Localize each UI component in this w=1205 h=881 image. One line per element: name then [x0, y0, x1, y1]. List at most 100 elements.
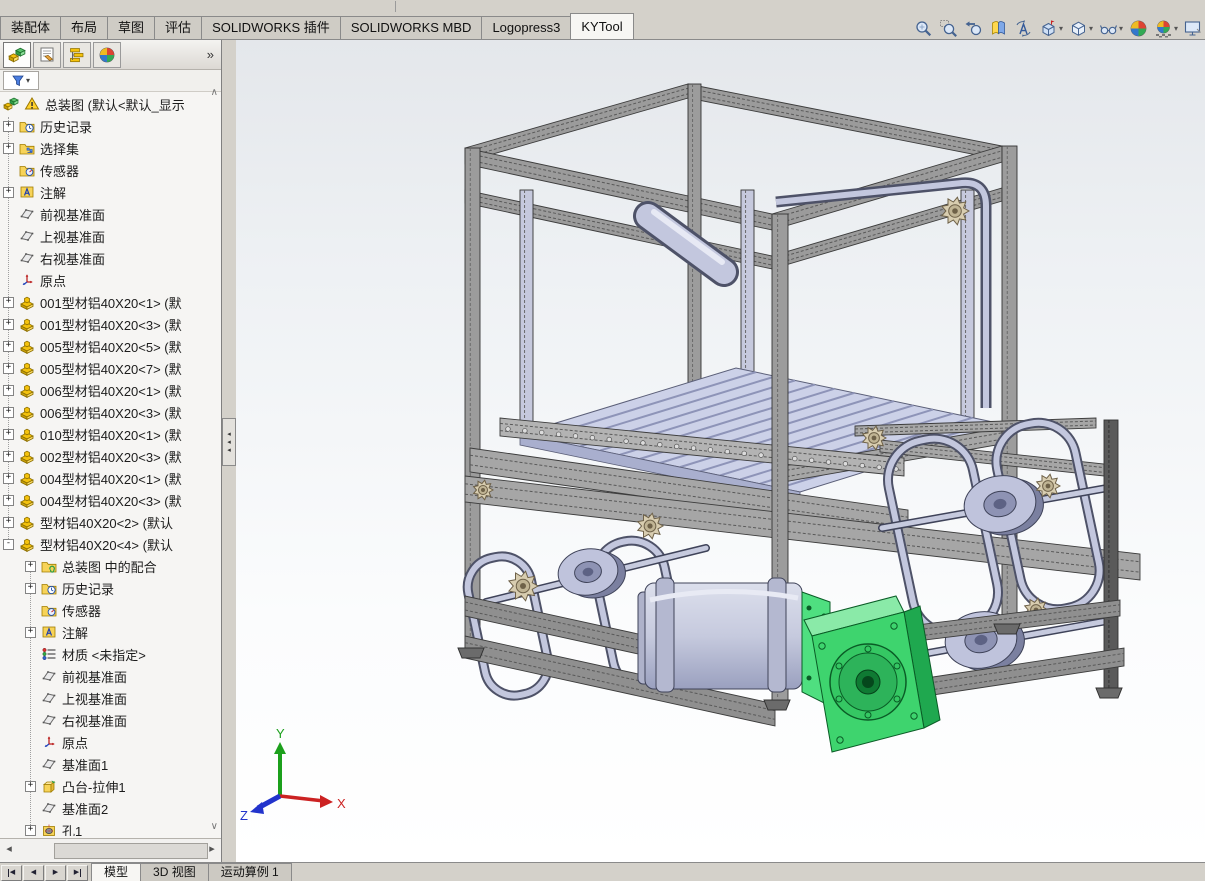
tree-horizontal-scrollbar[interactable]: ◂ ▸ [0, 838, 221, 860]
command-tab[interactable]: 草图 [107, 16, 155, 39]
tree-item[interactable]: +005型材铝40X20<5> (默 [0, 335, 220, 357]
tree-item[interactable]: 原点 [0, 269, 220, 291]
panel-tab-configurationmanager[interactable] [63, 42, 91, 68]
expand-toggle[interactable]: + [3, 451, 14, 462]
nav-last-button[interactable]: ▶ [67, 865, 88, 881]
tree-item[interactable]: +004型材铝40X20<3> (默 [0, 489, 220, 511]
tree-item[interactable]: 右视基准面 [0, 247, 220, 269]
bottom-tab[interactable]: 模型 [91, 863, 141, 881]
expand-toggle[interactable]: + [3, 429, 14, 440]
tree-item[interactable]: +选择集 [0, 137, 220, 159]
apply-scene-button[interactable]: ▾ [1152, 16, 1180, 40]
filter-button[interactable]: ▾ [3, 71, 39, 90]
tree-item[interactable]: +型材铝40X20<2> (默认 [0, 511, 220, 533]
view-orientation-button[interactable]: ▾ [1037, 16, 1065, 40]
command-tab[interactable]: SOLIDWORKS MBD [340, 16, 483, 39]
panel-tab-displaymanager[interactable] [93, 42, 121, 68]
conveyor-roller[interactable] [554, 543, 629, 604]
command-tab[interactable]: 评估 [154, 16, 202, 39]
bottom-tab[interactable]: 运动算例 1 [208, 863, 292, 881]
expand-toggle[interactable]: + [3, 473, 14, 484]
panel-tab-propertymanager[interactable] [33, 42, 61, 68]
expand-toggle[interactable]: + [25, 781, 36, 792]
expand-toggle[interactable]: + [3, 187, 14, 198]
zoom-fit-button[interactable] [912, 16, 935, 40]
tree-item[interactable]: 上视基准面 [0, 225, 220, 247]
frame-top-rim[interactable] [465, 84, 1002, 269]
expand-toggle[interactable]: + [3, 143, 14, 154]
expand-toggle[interactable]: + [25, 825, 36, 836]
tree-item[interactable]: 传感器 [0, 159, 220, 181]
expand-toggle[interactable]: + [3, 385, 14, 396]
expand-toggle[interactable]: + [3, 341, 14, 352]
dropdown-caret-icon[interactable]: ▾ [1174, 24, 1178, 33]
tree-item[interactable]: 原点 [0, 731, 220, 753]
panel-overflow-chevron[interactable]: » [203, 47, 218, 62]
hide-show-items-button[interactable]: ▾ [1097, 16, 1125, 40]
bottom-tab[interactable]: 3D 视图 [140, 863, 209, 881]
tree-item[interactable]: +001型材铝40X20<3> (默 [0, 313, 220, 335]
tree-item[interactable]: 右视基准面 [0, 709, 220, 731]
expand-toggle[interactable]: + [3, 297, 14, 308]
dropdown-caret-icon[interactable]: ▾ [1059, 24, 1063, 33]
tree-item[interactable]: 基准面1 [0, 753, 220, 775]
tree-item[interactable]: +凸台-拉伸1 [0, 775, 220, 797]
section-view-button[interactable] [987, 16, 1010, 40]
expand-toggle[interactable]: + [25, 583, 36, 594]
expand-toggle[interactable]: + [3, 495, 14, 506]
tree-item[interactable]: +004型材铝40X20<1> (默 [0, 467, 220, 489]
tree-item[interactable]: +006型材铝40X20<1> (默 [0, 379, 220, 401]
edit-appearance-button[interactable] [1127, 16, 1150, 40]
expand-toggle[interactable]: - [3, 539, 14, 550]
nav-first-button[interactable]: ◀ [1, 865, 22, 881]
dropdown-caret-icon[interactable]: ▾ [1119, 24, 1123, 33]
gearbox-green[interactable] [804, 596, 940, 752]
tree-item[interactable]: +孔1 [0, 819, 220, 836]
tree-item[interactable]: 上视基准面 [0, 687, 220, 709]
tree-scroll-up-icon[interactable]: ∧ [211, 87, 218, 98]
dynamic-annotation-views-button[interactable] [1012, 16, 1035, 40]
command-tab[interactable]: Logopress3 [481, 16, 571, 39]
tree-item[interactable]: +注解 [0, 621, 220, 643]
command-tab[interactable]: KYTool [570, 13, 633, 39]
panel-tab-featuremanager[interactable] [3, 42, 31, 68]
view-settings-button[interactable] [1182, 16, 1205, 40]
motor[interactable] [638, 578, 802, 692]
expand-toggle[interactable]: + [25, 627, 36, 638]
tree-item[interactable]: +010型材铝40X20<1> (默 [0, 423, 220, 445]
tree-item[interactable]: +005型材铝40X20<7> (默 [0, 357, 220, 379]
tree-item[interactable]: 前视基准面 [0, 203, 220, 225]
expand-toggle[interactable]: + [3, 319, 14, 330]
expand-toggle[interactable]: + [3, 407, 14, 418]
expand-toggle[interactable]: + [3, 121, 14, 132]
nav-next-button[interactable]: ▶ [45, 865, 66, 881]
display-style-button[interactable]: ▾ [1067, 16, 1095, 40]
tree-item[interactable]: 传感器 [0, 599, 220, 621]
expand-toggle[interactable]: + [25, 561, 36, 572]
tree-item[interactable]: +006型材铝40X20<3> (默 [0, 401, 220, 423]
command-tab[interactable]: SOLIDWORKS 插件 [201, 16, 341, 39]
tree-item[interactable]: +002型材铝40X20<3> (默 [0, 445, 220, 467]
tree-item[interactable]: +001型材铝40X20<1> (默 [0, 291, 220, 313]
graphics-viewport[interactable]: Y X Z [236, 40, 1205, 862]
tree-item[interactable]: 材质 <未指定> [0, 643, 220, 665]
model-canvas[interactable]: Y X Z [236, 40, 1205, 862]
scroll-left-arrow[interactable]: ◂ [2, 842, 16, 858]
nav-previous-button[interactable]: ◀ [23, 865, 44, 881]
tree-item[interactable]: 基准面2 [0, 797, 220, 819]
tree-scroll-down-icon[interactable]: ∨ [211, 821, 218, 832]
panel-collapse-handle[interactable]: ◂ ◂ ◂ [222, 418, 236, 466]
dropdown-caret-icon[interactable]: ▾ [1089, 24, 1093, 33]
command-tab[interactable]: 布局 [60, 16, 108, 39]
tree-item[interactable]: +总装图 中的配合 [0, 555, 220, 577]
scrollbar-thumb[interactable] [54, 843, 208, 859]
tree-item[interactable]: +历史记录 [0, 115, 220, 137]
tree-item[interactable]: 前视基准面 [0, 665, 220, 687]
previous-view-button[interactable] [962, 16, 985, 40]
expand-toggle[interactable]: + [3, 517, 14, 528]
expand-toggle[interactable]: + [3, 363, 14, 374]
tree-item[interactable]: 总装图 (默认<默认_显示 [0, 93, 220, 115]
tree-item[interactable]: -型材铝40X20<4> (默认 [0, 533, 220, 555]
command-tab[interactable]: 装配体 [0, 16, 61, 39]
zoom-area-button[interactable] [937, 16, 960, 40]
